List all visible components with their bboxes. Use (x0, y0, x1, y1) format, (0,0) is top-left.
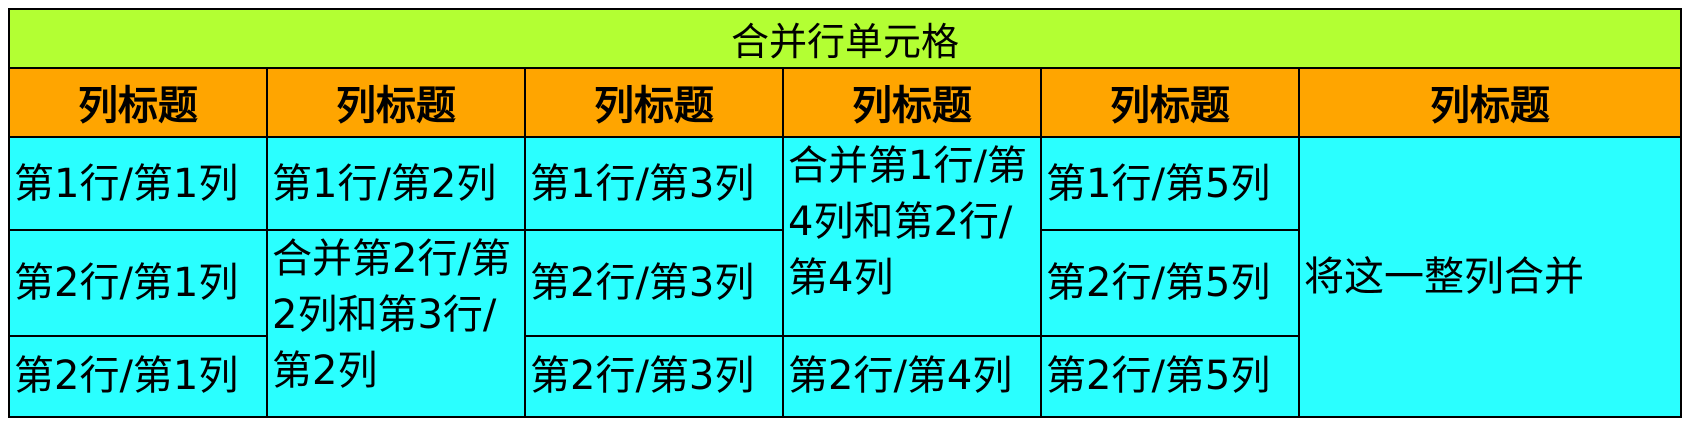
column-header-3[interactable]: 列标题 (524, 66, 784, 138)
cell-r2-c5[interactable]: 第2行/第5列 (1040, 229, 1300, 337)
title-row: 合并行单元格 (7, 8, 1683, 69)
cell-r3-c3[interactable]: 第2行/第3列 (524, 334, 784, 419)
column-header-4[interactable]: 列标题 (782, 66, 1042, 138)
table-row: 第1行/第1列 第1行/第2列 第1行/第3列 合并第1行/第4列和第2行/第4… (8, 135, 1683, 419)
table-title[interactable]: 合并行单元格 (7, 8, 1683, 69)
merged-cell-c2-r2-r3[interactable]: 合并第2行/第2列和第3行/第2列 (266, 229, 526, 418)
column-header-1[interactable]: 列标题 (8, 66, 268, 138)
cell-r2-c1[interactable]: 第2行/第1列 (8, 229, 268, 337)
column-header-2[interactable]: 列标题 (266, 66, 526, 138)
cell-r3-c1[interactable]: 第2行/第1列 (8, 334, 268, 419)
header-row: 列标题 列标题 列标题 列标题 列标题 列标题 (8, 66, 1683, 138)
column-header-6[interactable]: 列标题 (1297, 66, 1683, 138)
column-header-5[interactable]: 列标题 (1040, 66, 1300, 138)
cell-r3-c5[interactable]: 第2行/第5列 (1040, 334, 1300, 419)
cell-r3-c4[interactable]: 第2行/第4列 (782, 334, 1042, 419)
merged-cells-table: 合并行单元格 列标题 列标题 列标题 列标题 列标题 列标题 第1行/第1列 第… (7, 8, 1683, 419)
cell-r1-c3[interactable]: 第1行/第3列 (524, 135, 784, 232)
cell-r2-c3[interactable]: 第2行/第3列 (524, 229, 784, 337)
cell-r1-c5[interactable]: 第1行/第5列 (1040, 135, 1300, 232)
cell-r1-c1[interactable]: 第1行/第1列 (8, 135, 268, 232)
merged-column-c6[interactable]: 将这一整列合并 (1297, 135, 1683, 419)
merged-cell-c4-r1-r2[interactable]: 合并第1行/第4列和第2行/第4列 (782, 135, 1042, 337)
cell-r1-c2[interactable]: 第1行/第2列 (266, 135, 526, 232)
